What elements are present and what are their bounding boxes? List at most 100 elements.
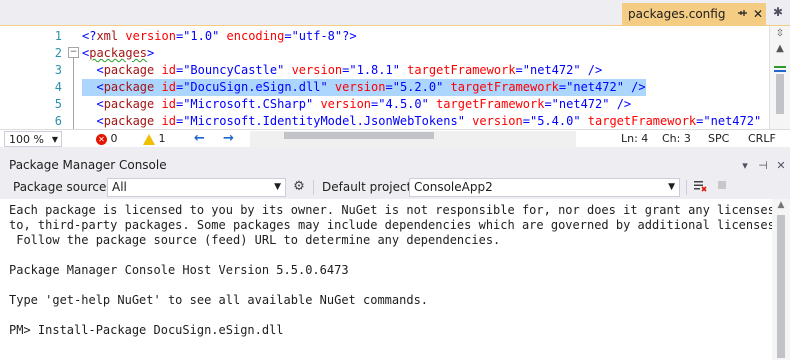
- error-count-value: 0: [110, 132, 118, 145]
- line-ending[interactable]: CRLF: [748, 131, 776, 147]
- code-token: "net472": [551, 97, 610, 111]
- chevron-down-icon: ▼: [51, 135, 58, 144]
- code-line[interactable]: <packages>: [82, 45, 154, 62]
- code-token: version: [284, 63, 343, 77]
- change-marker: [774, 66, 786, 68]
- code-token: id: [154, 114, 176, 128]
- code-token: />: [609, 97, 632, 111]
- code-token: "5.4.0": [529, 114, 581, 128]
- code-token: version: [118, 29, 176, 43]
- code-token: =: [284, 29, 292, 43]
- console-scroll-thumb[interactable]: [777, 215, 785, 358]
- default-project-value: ConsoleApp2: [414, 180, 493, 194]
- default-project-label: Default project:: [322, 180, 416, 194]
- line-number: 5: [54, 97, 62, 111]
- editor-status-bar: 100 % ▼ ✕ 0 1 ← → Ln: 4 Ch: 3 SPC CRLF: [0, 129, 790, 147]
- navigate-back-icon[interactable]: ←: [194, 131, 205, 147]
- line-number: 3: [54, 63, 62, 77]
- editor-horizontal-scrollbar[interactable]: [250, 131, 576, 147]
- console-line: Each package is licensed to you by its o…: [9, 203, 775, 217]
- whitespace-mode[interactable]: SPC: [708, 131, 729, 147]
- close-icon[interactable]: ✕: [772, 159, 790, 172]
- code-line[interactable]: <?xml version="1.0" encoding="utf-8"?>: [82, 28, 357, 45]
- console-toolbar: Package source: All ▼ ⚙ Default project:…: [0, 176, 790, 199]
- code-token: "1.0": [183, 29, 220, 43]
- console-line: Type 'get-help NuGet' to see all availab…: [9, 293, 429, 307]
- scroll-up-icon[interactable]: ▲: [772, 200, 790, 214]
- code-token: "BouncyCastle": [183, 63, 285, 77]
- error-count[interactable]: ✕ 0: [96, 131, 118, 147]
- code-token: <: [82, 80, 104, 94]
- outline-guide: [73, 58, 74, 129]
- code-token: id: [154, 97, 176, 111]
- console-output[interactable]: Each package is licensed to you by its o…: [0, 199, 790, 360]
- zoom-dropdown[interactable]: 100 % ▼: [4, 131, 62, 147]
- code-line[interactable]: <package id="BouncyCastle" version="1.8.…: [82, 62, 602, 79]
- code-token: targetFramework: [428, 97, 545, 111]
- default-project-dropdown[interactable]: ConsoleApp2 ▼: [409, 178, 680, 197]
- warning-count[interactable]: 1: [143, 131, 166, 147]
- close-icon[interactable]: ✕: [750, 7, 766, 21]
- code-token: package: [103, 80, 155, 94]
- code-line[interactable]: <package id = "Microsoft.IdentityModel.Jso…: [82, 113, 782, 129]
- line-number: 4: [54, 80, 62, 94]
- console-line: Package Manager Console Host Version 5.5…: [9, 263, 349, 277]
- line-number: 6: [54, 114, 62, 128]
- tool-window-title: Package Manager Console: [9, 158, 167, 172]
- code-token: <: [82, 63, 104, 77]
- gear-icon[interactable]: ✱: [770, 5, 786, 21]
- code-token: "4.5.0": [378, 97, 429, 111]
- code-token: "5.2.0": [392, 80, 444, 94]
- code-token: "net472": [522, 63, 581, 77]
- scroll-thumb[interactable]: [776, 74, 784, 114]
- code-token: "net472": [703, 114, 762, 128]
- collapse-icon[interactable]: −: [68, 47, 79, 58]
- console-line: Follow the package source (feed) URL to …: [9, 233, 501, 247]
- code-token: version: [313, 97, 372, 111]
- code-token: targetFramework: [443, 80, 559, 94]
- column-indicator: Ch: 3: [662, 132, 691, 145]
- code-token: "1.8.1": [349, 63, 400, 77]
- code-token: "utf-8": [291, 29, 343, 43]
- toolbar-separator: [313, 180, 314, 195]
- console-line: to, third-party packages. Some packages …: [9, 218, 783, 232]
- h-scroll-thumb[interactable]: [284, 132, 434, 139]
- document-tab[interactable]: packages.config ✕: [622, 3, 766, 25]
- pin-icon[interactable]: ⊣: [754, 159, 772, 172]
- code-token: <: [82, 114, 104, 128]
- code-token: package: [103, 63, 155, 77]
- code-editor[interactable]: 123456 − <?xml version="1.0" encoding="u…: [0, 25, 790, 129]
- outlining-margin: −: [66, 26, 82, 129]
- code-token: package: [103, 97, 155, 111]
- toolbar-separator: [686, 180, 687, 195]
- warning-icon: [143, 133, 155, 145]
- code-line-selected[interactable]: <package id = "DocuSign.eSign.dll" version…: [82, 79, 646, 96]
- code-token: "Microsoft.IdentityModel.JsonWebTokens": [183, 114, 465, 128]
- console-line: PM> Install-Package DocuSign.eSign.dll: [9, 323, 284, 337]
- package-source-dropdown[interactable]: All ▼: [107, 178, 286, 197]
- code-token: <: [82, 97, 104, 111]
- caret-marker: [774, 70, 786, 72]
- window-menu-icon[interactable]: ▾: [736, 159, 754, 172]
- stop-icon: [714, 179, 730, 195]
- navigate-forward-icon[interactable]: →: [223, 131, 234, 147]
- code-area[interactable]: <?xml version="1.0" encoding="utf-8"?> <p…: [82, 26, 783, 129]
- clear-console-icon[interactable]: [692, 179, 708, 195]
- error-icon: ✕: [96, 133, 107, 145]
- line-indicator: Ln: 4: [621, 132, 649, 145]
- package-source-label: Package source:: [13, 180, 111, 194]
- editor-vertical-scrollbar[interactable]: ⇳ ▲: [769, 26, 790, 129]
- console-vertical-scrollbar[interactable]: ▲: [772, 199, 790, 360]
- pin-icon[interactable]: [734, 7, 750, 22]
- tool-window-title-bar: Package Manager Console ▾ ⊣ ✕: [0, 155, 790, 175]
- code-token: "DocuSign.eSign.dll": [183, 80, 328, 94]
- code-token: =: [385, 80, 393, 94]
- code-token: =: [522, 114, 530, 128]
- settings-gear-icon[interactable]: ⚙: [291, 179, 307, 195]
- split-icon[interactable]: ⇳: [770, 28, 790, 44]
- code-line[interactable]: <package id="Microsoft.CSharp" version="…: [82, 96, 631, 113]
- scroll-up-icon[interactable]: ▲: [770, 43, 790, 59]
- code-token: encoding: [219, 29, 285, 43]
- editor-tab-strip: packages.config ✕ ✱: [0, 0, 790, 25]
- code-token: version: [327, 80, 386, 94]
